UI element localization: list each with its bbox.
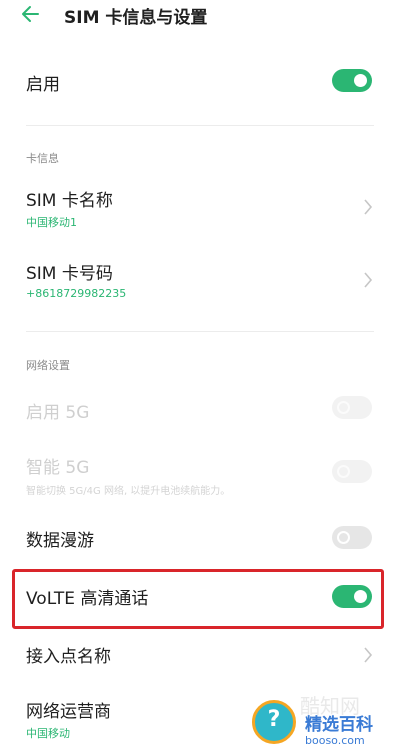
sim-number-label: SIM 卡号码 bbox=[26, 264, 113, 284]
app-header: SIM 卡信息与设置 bbox=[0, 0, 402, 30]
toggle-knob bbox=[337, 531, 350, 544]
network-operator-value: 中国移动 bbox=[26, 727, 70, 740]
back-arrow-icon bbox=[22, 6, 39, 22]
back-button[interactable] bbox=[18, 2, 48, 26]
data-roaming-toggle[interactable] bbox=[332, 526, 372, 549]
watermark-domain: booso.com bbox=[305, 734, 365, 747]
toggle-knob bbox=[337, 401, 350, 414]
smart-5g-label: 智能 5G bbox=[26, 458, 90, 478]
network-section-title: 网络设置 bbox=[26, 359, 70, 372]
sim-name-label: SIM 卡名称 bbox=[26, 191, 113, 211]
volte-row[interactable]: VoLTE 高清通话 bbox=[0, 577, 402, 619]
toggle-knob bbox=[337, 465, 350, 478]
volte-toggle[interactable] bbox=[332, 585, 372, 608]
chevron-right-icon bbox=[364, 647, 373, 663]
apn-label: 接入点名称 bbox=[26, 647, 111, 667]
toggle-knob bbox=[354, 590, 367, 603]
enable-5g-row[interactable]: 启用 5G bbox=[0, 392, 402, 426]
apn-row[interactable]: 接入点名称 bbox=[0, 635, 402, 675]
enable-sim-label: 启用 bbox=[26, 75, 60, 95]
sim-number-row[interactable]: SIM 卡号码 +8618729982235 bbox=[0, 253, 402, 309]
enable-sim-row[interactable]: 启用 bbox=[0, 60, 402, 102]
watermark-question-icon: ? bbox=[252, 700, 296, 744]
enable-5g-toggle[interactable] bbox=[332, 396, 372, 419]
network-operator-label: 网络运营商 bbox=[26, 702, 111, 722]
chevron-right-icon bbox=[364, 272, 373, 288]
smart-5g-row[interactable]: 智能 5G 智能切换 5G/4G 网络, 以提升电池续航能力。 bbox=[0, 451, 402, 501]
divider bbox=[26, 125, 374, 126]
watermark-brand: 精选百科 bbox=[305, 715, 373, 735]
enable-5g-label: 启用 5G bbox=[26, 403, 90, 423]
smart-5g-description: 智能切换 5G/4G 网络, 以提升电池续航能力。 bbox=[26, 486, 231, 497]
volte-label: VoLTE 高清通话 bbox=[26, 589, 149, 609]
enable-sim-toggle[interactable] bbox=[332, 69, 372, 92]
data-roaming-row[interactable]: 数据漫游 bbox=[0, 520, 402, 556]
sim-settings-screen: SIM 卡信息与设置 启用 卡信息 SIM 卡名称 中国移动1 SIM 卡号码 … bbox=[0, 0, 402, 754]
sim-name-value: 中国移动1 bbox=[26, 216, 77, 229]
page-title: SIM 卡信息与设置 bbox=[64, 8, 208, 28]
divider bbox=[26, 331, 374, 332]
smart-5g-toggle[interactable] bbox=[332, 460, 372, 483]
toggle-knob bbox=[354, 74, 367, 87]
chevron-right-icon bbox=[364, 199, 373, 215]
data-roaming-label: 数据漫游 bbox=[26, 531, 94, 551]
sim-name-row[interactable]: SIM 卡名称 中国移动1 bbox=[0, 180, 402, 236]
card-info-section-title: 卡信息 bbox=[26, 152, 59, 165]
watermark-icon-glyph: ? bbox=[267, 707, 281, 732]
sim-number-value: +8618729982235 bbox=[26, 287, 127, 300]
